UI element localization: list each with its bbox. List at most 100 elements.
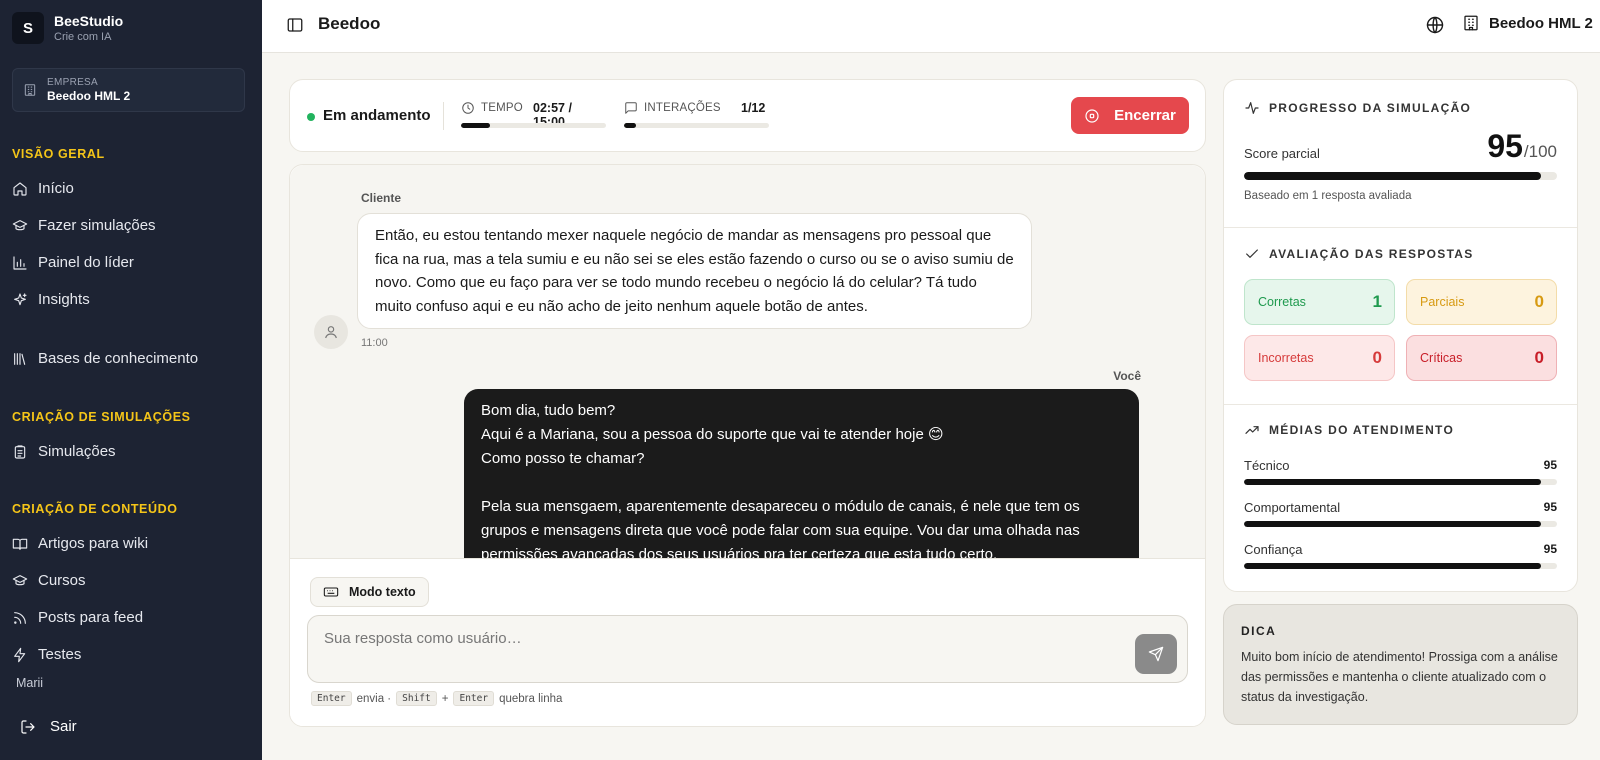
sidebar-item-posts-para-feed[interactable]: Posts para feed	[12, 609, 143, 626]
divider	[443, 102, 444, 130]
you-message-text: Bom dia, tudo bem? Aqui é a Mariana, sou…	[481, 402, 1080, 558]
reply-input[interactable]	[308, 616, 1187, 682]
sidebar-item-label: Simulações	[38, 443, 116, 460]
tip-card: DICA Muito bom início de atendimento! Pr…	[1223, 604, 1578, 725]
average-label: Comportamental	[1244, 500, 1341, 515]
interactions-label: INTERAÇÕES	[644, 102, 721, 114]
send-button[interactable]	[1135, 634, 1177, 674]
sidebar-item-label: Testes	[38, 646, 82, 663]
sidebar-item-insights[interactable]: Insights	[12, 291, 90, 308]
average-bar-fill	[1244, 521, 1542, 527]
eval-correct-label: Corretas	[1258, 295, 1306, 309]
logout-button[interactable]: Sair	[20, 718, 77, 735]
company-label: EMPRESA	[47, 77, 99, 88]
trending-up-icon	[1245, 426, 1259, 434]
reply-input-box	[307, 615, 1188, 683]
client-sender-label: Cliente	[361, 191, 402, 205]
company-selector[interactable]: EMPRESA Beedoo HML 2	[12, 68, 245, 112]
divider	[1224, 404, 1577, 405]
sidebar-item-label: Fazer simulações	[38, 217, 156, 234]
send-icon	[1148, 646, 1164, 662]
composer: Modo texto Enter envia · Shift + Enter q…	[290, 558, 1205, 726]
kbd-shift: Shift	[396, 691, 437, 706]
text-mode-label: Modo texto	[349, 585, 416, 599]
averages-title-text: MÉDIAS DO ATENDIMENTO	[1269, 423, 1455, 437]
average-label: Técnico	[1244, 458, 1290, 473]
you-message: Bom dia, tudo bem? Aqui é a Mariana, sou…	[464, 389, 1139, 558]
score-progress-fill	[1244, 172, 1542, 180]
sidebar-item-cursos[interactable]: Cursos	[12, 572, 86, 589]
average-value: 95	[1543, 542, 1557, 556]
eval-incorrect-count: 0	[1372, 348, 1382, 367]
end-button-label: Encerrar	[1114, 107, 1176, 124]
sidebar-item-painel-do-lider[interactable]: Painel do líder	[12, 254, 134, 271]
average-tecnico: Técnico 95	[1244, 457, 1557, 485]
sidebar-toggle-icon[interactable]	[286, 16, 304, 34]
library-icon	[14, 352, 26, 365]
section-visao-geral: VISÃO GERAL	[12, 147, 105, 161]
building-icon	[1464, 15, 1478, 31]
user-name: Marii	[16, 676, 44, 690]
sidebar-item-bases-de-conhecimento[interactable]: Bases de conhecimento	[12, 350, 198, 367]
tip-title: DICA	[1241, 624, 1277, 638]
time-progress-bar	[461, 123, 606, 128]
time-metric: TEMPO 02:57 / 15:00	[461, 101, 606, 129]
average-value: 95	[1543, 458, 1557, 472]
eval-partial-count: 0	[1534, 292, 1544, 311]
divider	[1224, 227, 1577, 228]
score-note: Baseado em 1 resposta avaliada	[1244, 190, 1412, 202]
hint-newline: quebra linha	[499, 692, 563, 705]
score-label: Score parcial	[1244, 146, 1320, 161]
keyboard-icon	[323, 587, 339, 597]
clipboard-icon	[14, 444, 26, 459]
progress-title-text: PROGRESSO DA SIMULAÇÃO	[1269, 101, 1472, 115]
eval-correct-count: 1	[1372, 292, 1382, 311]
clock-icon	[462, 102, 474, 114]
you-sender-label: Você	[1113, 369, 1141, 383]
bar-chart-icon	[13, 255, 27, 270]
brand[interactable]: S BeeStudio Crie com IA	[12, 12, 123, 44]
graduation-cap-icon	[12, 219, 28, 230]
average-value: 95	[1543, 500, 1557, 514]
end-simulation-button[interactable]: Encerrar	[1071, 97, 1189, 134]
average-bar	[1244, 521, 1557, 527]
evaluation-title-text: AVALIAÇÃO DAS RESPOSTAS	[1269, 247, 1474, 261]
sidebar-item-artigos-para-wiki[interactable]: Artigos para wiki	[12, 535, 148, 552]
book-icon	[12, 538, 28, 550]
sidebar-item-label: Bases de conhecimento	[38, 350, 199, 367]
sidebar-item-fazer-simulacoes[interactable]: Fazer simulações	[12, 217, 156, 234]
simulation-status-card: Em andamento TEMPO 02:57 / 15:00 INTERAÇ…	[289, 79, 1206, 152]
globe-icon[interactable]	[1425, 15, 1445, 35]
org-selector[interactable]: Beedoo HML 2	[1462, 14, 1593, 32]
activity-icon	[1245, 102, 1259, 114]
status-dot	[307, 113, 315, 121]
sidebar-item-inicio[interactable]: Início	[12, 180, 74, 197]
chat-messages[interactable]: Cliente Então, eu estou tentando mexer n…	[290, 165, 1205, 558]
averages-title: MÉDIAS DO ATENDIMENTO	[1244, 422, 1454, 438]
section-criacao-de-simulacoes: CRIAÇÃO DE SIMULAÇÕES	[12, 410, 191, 424]
brand-tagline: Crie com IA	[54, 31, 112, 43]
average-bar-fill	[1244, 563, 1542, 569]
text-mode-button[interactable]: Modo texto	[310, 577, 429, 607]
client-message: Então, eu estou tentando mexer naquele n…	[357, 213, 1032, 329]
graduation-cap-icon	[12, 574, 28, 585]
sidebar-item-label: Painel do líder	[38, 254, 134, 271]
sidebar: S BeeStudio Crie com IA EMPRESA Beedoo H…	[0, 0, 262, 760]
sidebar-item-label: Insights	[38, 291, 90, 308]
evaluation-title: AVALIAÇÃO DAS RESPOSTAS	[1244, 246, 1474, 262]
brand-logo: S	[12, 12, 44, 44]
hint-sends: envia ·	[356, 692, 392, 705]
brand-name: BeeStudio	[54, 13, 124, 29]
home-icon	[13, 181, 27, 196]
eval-critical: Críticas 0	[1406, 335, 1557, 381]
client-avatar	[314, 315, 348, 349]
sidebar-item-simulacoes[interactable]: Simulações	[12, 443, 116, 460]
org-name: Beedoo HML 2	[1489, 14, 1593, 32]
topbar: Beedoo Beedoo HML 2	[262, 0, 1600, 53]
sidebar-item-label: Início	[38, 180, 74, 197]
sidebar-item-testes[interactable]: Testes	[12, 646, 81, 663]
sidebar-item-label: Cursos	[38, 572, 86, 589]
eval-critical-count: 0	[1534, 348, 1544, 367]
kbd-enter: Enter	[453, 691, 495, 706]
interactions-progress-fill	[624, 123, 637, 128]
